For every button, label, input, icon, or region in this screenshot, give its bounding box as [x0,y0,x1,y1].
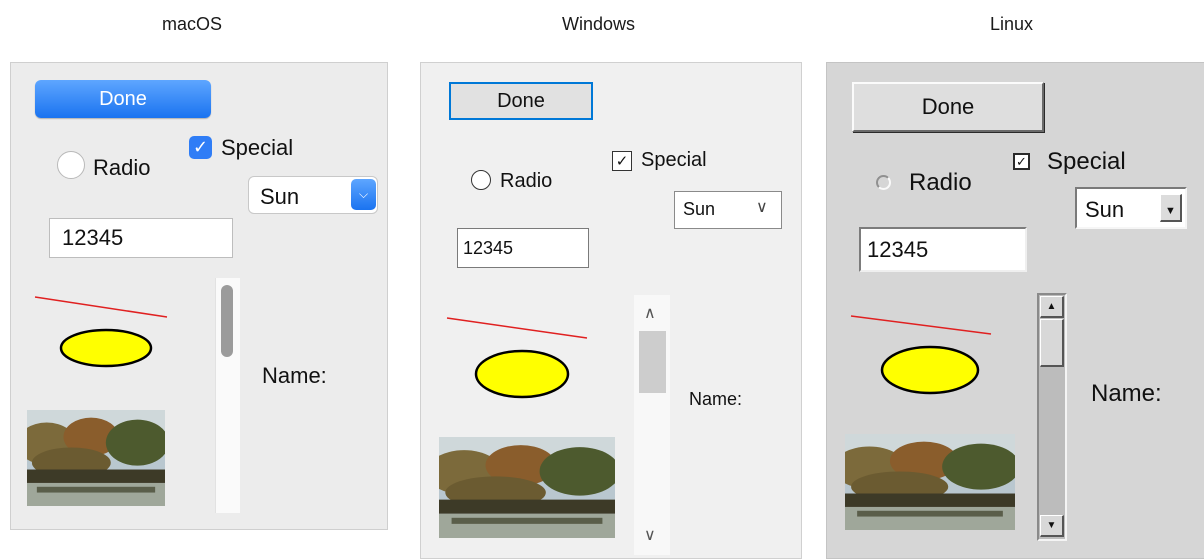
scrollbar-thumb[interactable] [221,285,233,357]
red-line [446,317,588,339]
done-button[interactable]: Done [35,80,211,118]
drawing-canvas [850,315,992,395]
checkmark-icon: ✓ [1016,153,1027,169]
yellow-ellipse [59,328,153,368]
special-checkbox-label: Special [641,149,707,171]
done-button[interactable]: Done [449,82,593,120]
name-label: Name: [262,363,327,388]
special-checkbox[interactable]: ✓ [189,136,212,159]
chevron-up-icon[interactable]: ∧ [644,303,656,323]
arrow-down-icon[interactable]: ▼ [1040,515,1064,537]
heading-linux: Linux [990,14,1034,34]
landscape-photo [439,437,615,538]
chevron-down-icon[interactable]: ∨ [756,197,768,217]
heading-windows: Windows [562,14,636,34]
yellow-ellipse [880,345,980,395]
windows-panel: Done Radio ✓ Special Sun ∨ 12345 ∧ ∨ Nam… [420,62,802,559]
radio-button[interactable] [876,175,891,190]
linux-panel: Done Radio ✓ Special Sun ▼ 12345 ▲ ▼ Nam… [826,62,1204,559]
chevron-down-icon[interactable]: ∨ [644,525,656,545]
checkmark-icon: ✓ [192,137,209,157]
drawing-canvas [446,317,588,399]
radio-button[interactable] [57,151,85,179]
landscape-photo [27,410,165,506]
scrollbar-thumb[interactable] [1040,319,1064,367]
radio-label: Radio [500,170,553,192]
chevron-down-icon[interactable]: ⌵ [351,179,376,210]
landscape-photo [845,434,1015,530]
drawing-canvas [34,296,168,368]
yellow-ellipse [474,349,570,399]
special-checkbox[interactable]: ✓ [1013,153,1030,170]
number-field[interactable]: 12345 [457,228,589,268]
arrow-down-icon[interactable]: ▼ [1160,194,1182,222]
day-select-value: Sun [260,184,300,209]
day-select-value: Sun [683,199,716,219]
arrow-up-icon[interactable]: ▲ [1040,296,1064,318]
radio-button[interactable] [471,170,491,190]
special-checkbox-label: Special [1047,148,1126,175]
radio-label: Radio [93,155,151,180]
scrollbar-thumb[interactable] [639,331,666,393]
done-button[interactable]: Done [852,82,1044,132]
macos-panel: Done Radio ✓ Special Sun ⌵ 12345 Name: [10,62,388,530]
name-label: Name: [689,389,743,409]
red-line [850,315,992,335]
checkmark-icon: ✓ [615,153,629,170]
number-field[interactable]: 12345 [859,227,1027,272]
radio-label: Radio [909,169,972,196]
day-select-value: Sun [1085,197,1125,222]
special-checkbox[interactable]: ✓ [612,151,632,171]
number-field[interactable]: 12345 [49,218,233,258]
special-checkbox-label: Special [221,135,294,160]
red-line [34,296,168,318]
heading-macos: macOS [162,14,223,34]
name-label: Name: [1091,380,1162,407]
